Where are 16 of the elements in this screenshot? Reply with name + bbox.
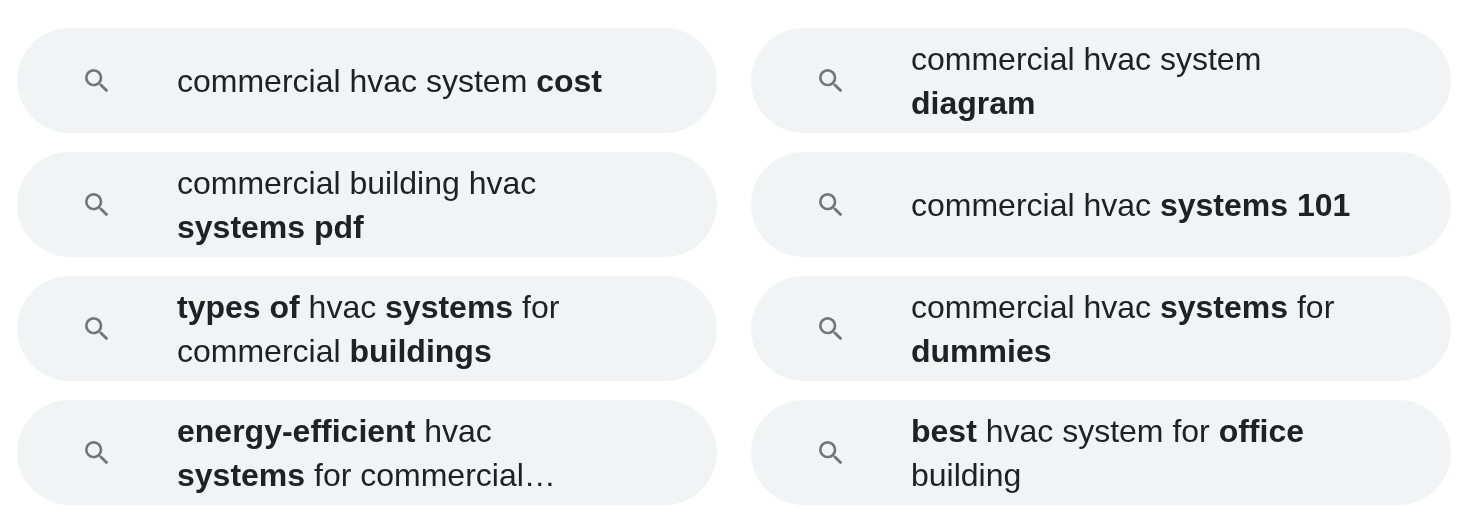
suggestion-text: commercial hvac systems 101	[911, 185, 1351, 225]
search-suggestion[interactable]: types of hvac systems for commercial buildings	[17, 276, 717, 381]
suggestion-text: commercial hvac system cost	[177, 61, 602, 101]
suggestion-text: commercial hvac systems for dummies	[911, 287, 1335, 371]
suggestion-text: commercial building hvac systems pdf	[177, 163, 537, 247]
suggestion-text: energy-efficient hvac systems for commercial…	[177, 411, 556, 495]
suggestion-text: best hvac system for office building	[911, 411, 1304, 495]
search-suggestion[interactable]: commercial hvac system cost	[17, 28, 717, 133]
suggestion-text: commercial hvac system diagram	[911, 39, 1262, 123]
search-suggestion[interactable]: commercial building hvac systems pdf	[17, 152, 717, 257]
search-suggestion[interactable]: commercial hvac systems for dummies	[751, 276, 1451, 381]
search-suggestion[interactable]: commercial hvac systems 101	[751, 152, 1451, 257]
suggestion-text: types of hvac systems for commercial buildings	[177, 287, 560, 371]
search-suggestion[interactable]: commercial hvac system diagram	[751, 28, 1451, 133]
search-suggestion[interactable]: best hvac system for office building	[751, 400, 1451, 505]
search-suggestion[interactable]: energy-efficient hvac systems for commercial…	[17, 400, 717, 505]
